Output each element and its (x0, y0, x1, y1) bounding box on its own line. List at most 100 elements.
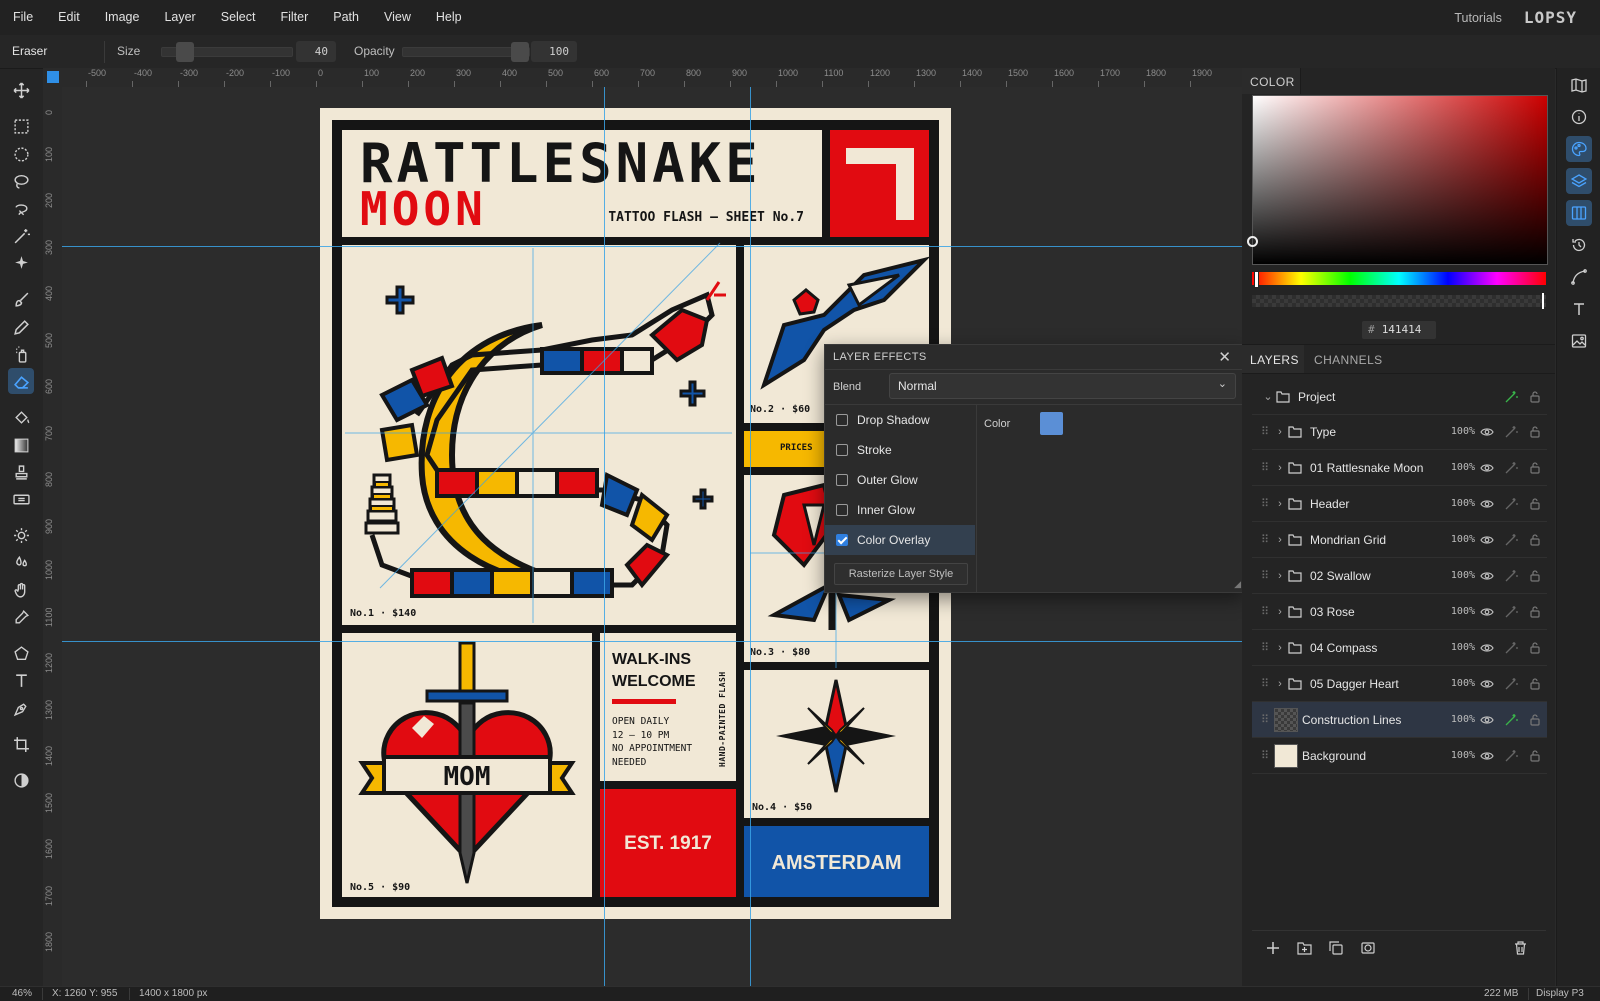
alpha-slider-thumb[interactable] (1542, 293, 1544, 309)
adjustment-tool[interactable] (8, 767, 34, 793)
lock-icon[interactable] (1523, 497, 1547, 510)
channels-panel-button[interactable] (1566, 200, 1592, 226)
crop-tool[interactable] (8, 731, 34, 757)
lock-icon[interactable] (1523, 569, 1547, 582)
lock-icon[interactable] (1523, 605, 1547, 618)
text-tool[interactable] (8, 667, 34, 693)
navigator-panel-button[interactable] (1566, 72, 1592, 98)
effects-icon[interactable] (1499, 749, 1523, 762)
effect-inner-glow[interactable]: Inner Glow (825, 495, 975, 525)
eye-icon[interactable] (1475, 607, 1499, 617)
lock-icon[interactable] (1523, 461, 1547, 474)
quick-select-tool[interactable] (8, 250, 34, 276)
layer-opacity[interactable]: 100% (1441, 678, 1475, 689)
eye-icon[interactable] (1475, 679, 1499, 689)
layer-opacity[interactable]: 100% (1441, 426, 1475, 437)
drag-handle-icon[interactable]: ⠿ (1258, 461, 1272, 474)
pen-tool[interactable] (8, 695, 34, 721)
layer-opacity[interactable]: 100% (1441, 714, 1475, 725)
chevron-down-icon[interactable]: ⌄ (1260, 390, 1276, 403)
chevron-right-icon[interactable]: › (1272, 462, 1288, 474)
shape-tool[interactable] (8, 640, 34, 666)
polygon-lasso-tool[interactable] (8, 196, 34, 222)
drag-handle-icon[interactable]: ⠿ (1258, 497, 1272, 510)
effect-drop-shadow[interactable]: Drop Shadow (825, 405, 975, 435)
layer-row[interactable]: ⠿ Background 100% (1252, 738, 1547, 774)
eye-icon[interactable] (1475, 499, 1499, 509)
move-tool[interactable] (8, 77, 34, 103)
tutorials-link[interactable]: Tutorials (1454, 11, 1501, 25)
spray-tool[interactable] (8, 341, 34, 367)
menu-edit[interactable]: Edit (45, 0, 92, 35)
drag-handle-icon[interactable]: ⠿ (1258, 749, 1272, 762)
opacity-value-input[interactable]: 100 (531, 41, 577, 62)
chevron-right-icon[interactable]: › (1272, 426, 1288, 438)
rasterize-button[interactable]: Rasterize Layer Style (834, 563, 968, 585)
drag-handle-icon[interactable]: ⠿ (1258, 605, 1272, 618)
color-field[interactable] (1252, 95, 1548, 265)
layer-opacity[interactable]: 100% (1441, 462, 1475, 473)
inner-glow-checkbox[interactable] (836, 504, 848, 516)
lock-icon[interactable] (1523, 533, 1547, 546)
add-layer-button[interactable] (1266, 941, 1280, 958)
guide-vertical-2[interactable] (750, 87, 751, 986)
chevron-right-icon[interactable]: › (1272, 678, 1288, 690)
zoom-level[interactable]: 46% (12, 988, 32, 999)
layer-opacity[interactable]: 100% (1441, 498, 1475, 509)
effects-icon[interactable] (1499, 569, 1523, 582)
add-group-button[interactable] (1297, 941, 1312, 958)
layer-row-project[interactable]: ⌄ Project (1252, 379, 1547, 415)
patch-tool[interactable] (8, 486, 34, 512)
drag-handle-icon[interactable]: ⠿ (1258, 425, 1272, 438)
tab-color[interactable]: COLOR (1242, 68, 1301, 94)
lock-icon[interactable] (1523, 749, 1547, 762)
chevron-right-icon[interactable]: › (1272, 642, 1288, 654)
lock-icon[interactable] (1523, 425, 1547, 438)
menu-select[interactable]: Select (208, 0, 268, 35)
dodge-tool[interactable] (8, 522, 34, 548)
menu-layer[interactable]: Layer (151, 0, 207, 35)
color-picker-handle[interactable] (1247, 236, 1258, 247)
hue-slider[interactable] (1252, 272, 1546, 285)
tab-channels[interactable]: CHANNELS (1304, 345, 1394, 373)
effect-color-overlay[interactable]: Color Overlay (825, 525, 975, 555)
chevron-right-icon[interactable]: › (1272, 534, 1288, 546)
lock-icon[interactable] (1523, 677, 1547, 690)
lock-icon[interactable] (1523, 713, 1547, 726)
drag-handle-icon[interactable]: ⠿ (1258, 677, 1272, 690)
opacity-slider-thumb[interactable] (511, 42, 529, 62)
layers-panel-button[interactable] (1566, 168, 1592, 194)
close-icon[interactable]: ✕ (1218, 348, 1231, 366)
effects-icon[interactable] (1499, 677, 1523, 690)
effect-stroke[interactable]: Stroke (825, 435, 975, 465)
magic-wand-tool[interactable] (8, 223, 34, 249)
effect-outer-glow[interactable]: Outer Glow (825, 465, 975, 495)
fx-active-icon[interactable] (1499, 390, 1523, 403)
eye-icon[interactable] (1475, 571, 1499, 581)
layer-row[interactable]: ⠿ Construction Lines 100% (1252, 702, 1547, 738)
effects-icon[interactable] (1499, 641, 1523, 654)
drop-shadow-checkbox[interactable] (836, 414, 848, 426)
gradient-tool[interactable] (8, 432, 34, 458)
effects-icon[interactable] (1499, 497, 1523, 510)
hex-input[interactable]: # 141414 (1362, 321, 1436, 339)
drag-handle-icon[interactable]: ⠿ (1258, 533, 1272, 546)
layer-opacity[interactable]: 100% (1441, 606, 1475, 617)
ruler-origin-swatch[interactable] (47, 71, 59, 83)
burn-tool[interactable] (8, 549, 34, 575)
chevron-right-icon[interactable]: › (1272, 606, 1288, 618)
layer-row[interactable]: ⠿ › 04 Compass 100% (1252, 630, 1547, 666)
chevron-right-icon[interactable]: › (1272, 498, 1288, 510)
menu-view[interactable]: View (371, 0, 423, 35)
menu-help[interactable]: Help (423, 0, 474, 35)
overlay-color-swatch[interactable] (1040, 412, 1063, 435)
stamp-tool[interactable] (8, 459, 34, 485)
image-panel-button[interactable] (1566, 328, 1592, 354)
menu-file[interactable]: File (0, 0, 45, 35)
ruler-vertical[interactable]: 0 100 200 300 400 500 600 700 800 900 1000 1100 1200… (43, 87, 63, 986)
brush-tool[interactable] (8, 286, 34, 312)
history-panel-button[interactable] (1566, 232, 1592, 258)
ellipse-select-tool[interactable] (8, 141, 34, 167)
drag-handle-icon[interactable]: ⠿ (1258, 641, 1272, 654)
duplicate-layer-button[interactable] (1329, 941, 1343, 958)
